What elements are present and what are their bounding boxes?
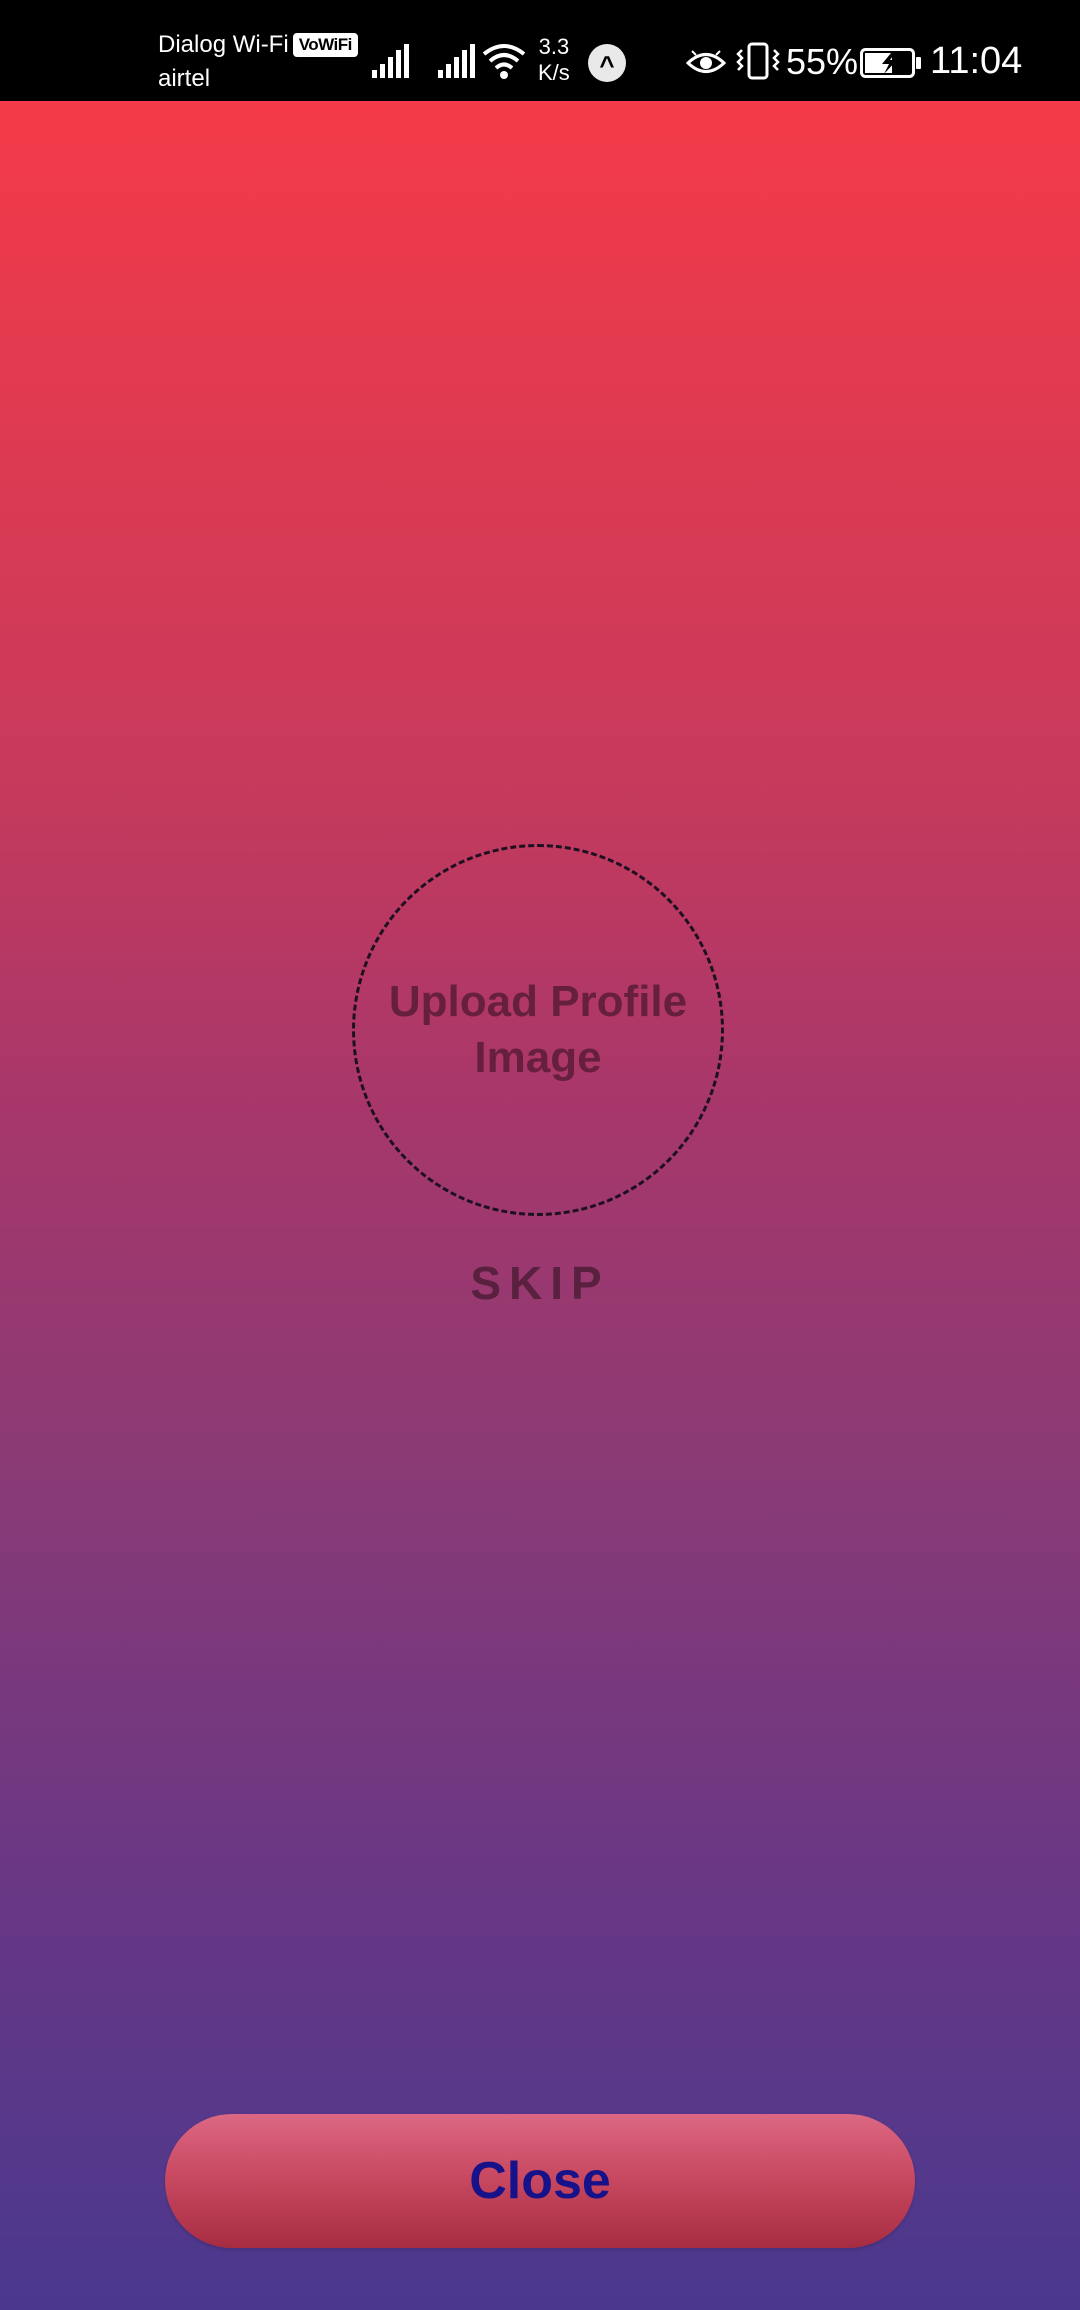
wifi-icon: [482, 44, 526, 79]
app-notification-icon: ^: [588, 44, 626, 82]
signal-1-icon: [372, 44, 409, 78]
eye-comfort-icon: [686, 50, 726, 73]
skip-button[interactable]: SKIP: [440, 1251, 640, 1315]
signal-2-icon: [438, 44, 475, 78]
vibrate-icon: [736, 42, 780, 80]
network-speed-unit: K/s: [538, 60, 570, 85]
carrier-info: Dialog Wi-Fi VoWiFi airtel: [158, 28, 358, 96]
clock: 11:04: [930, 40, 1023, 82]
network-speed-value: 3.3: [538, 34, 570, 59]
carrier-secondary: airtel: [158, 65, 211, 92]
vowifi-badge: VoWiFi: [292, 33, 358, 57]
battery-charging-icon: [860, 48, 921, 78]
status-bar: Dialog Wi-Fi VoWiFi airtel 3.3 K/s ^ 55%…: [0, 0, 1080, 101]
carrier-primary: Dialog Wi-Fi: [158, 31, 289, 58]
close-button-label: Close: [469, 2152, 611, 2210]
upload-profile-image-button[interactable]: Upload Profile Image: [352, 844, 724, 1216]
profile-upload-screen: Upload Profile Image SKIP Close: [0, 101, 1080, 2310]
network-speed: 3.3 K/s: [538, 34, 570, 86]
upload-profile-image-label: Upload Profile Image: [388, 977, 688, 1082]
battery-percent: 55%: [786, 41, 859, 82]
close-button[interactable]: Close: [165, 2114, 915, 2248]
